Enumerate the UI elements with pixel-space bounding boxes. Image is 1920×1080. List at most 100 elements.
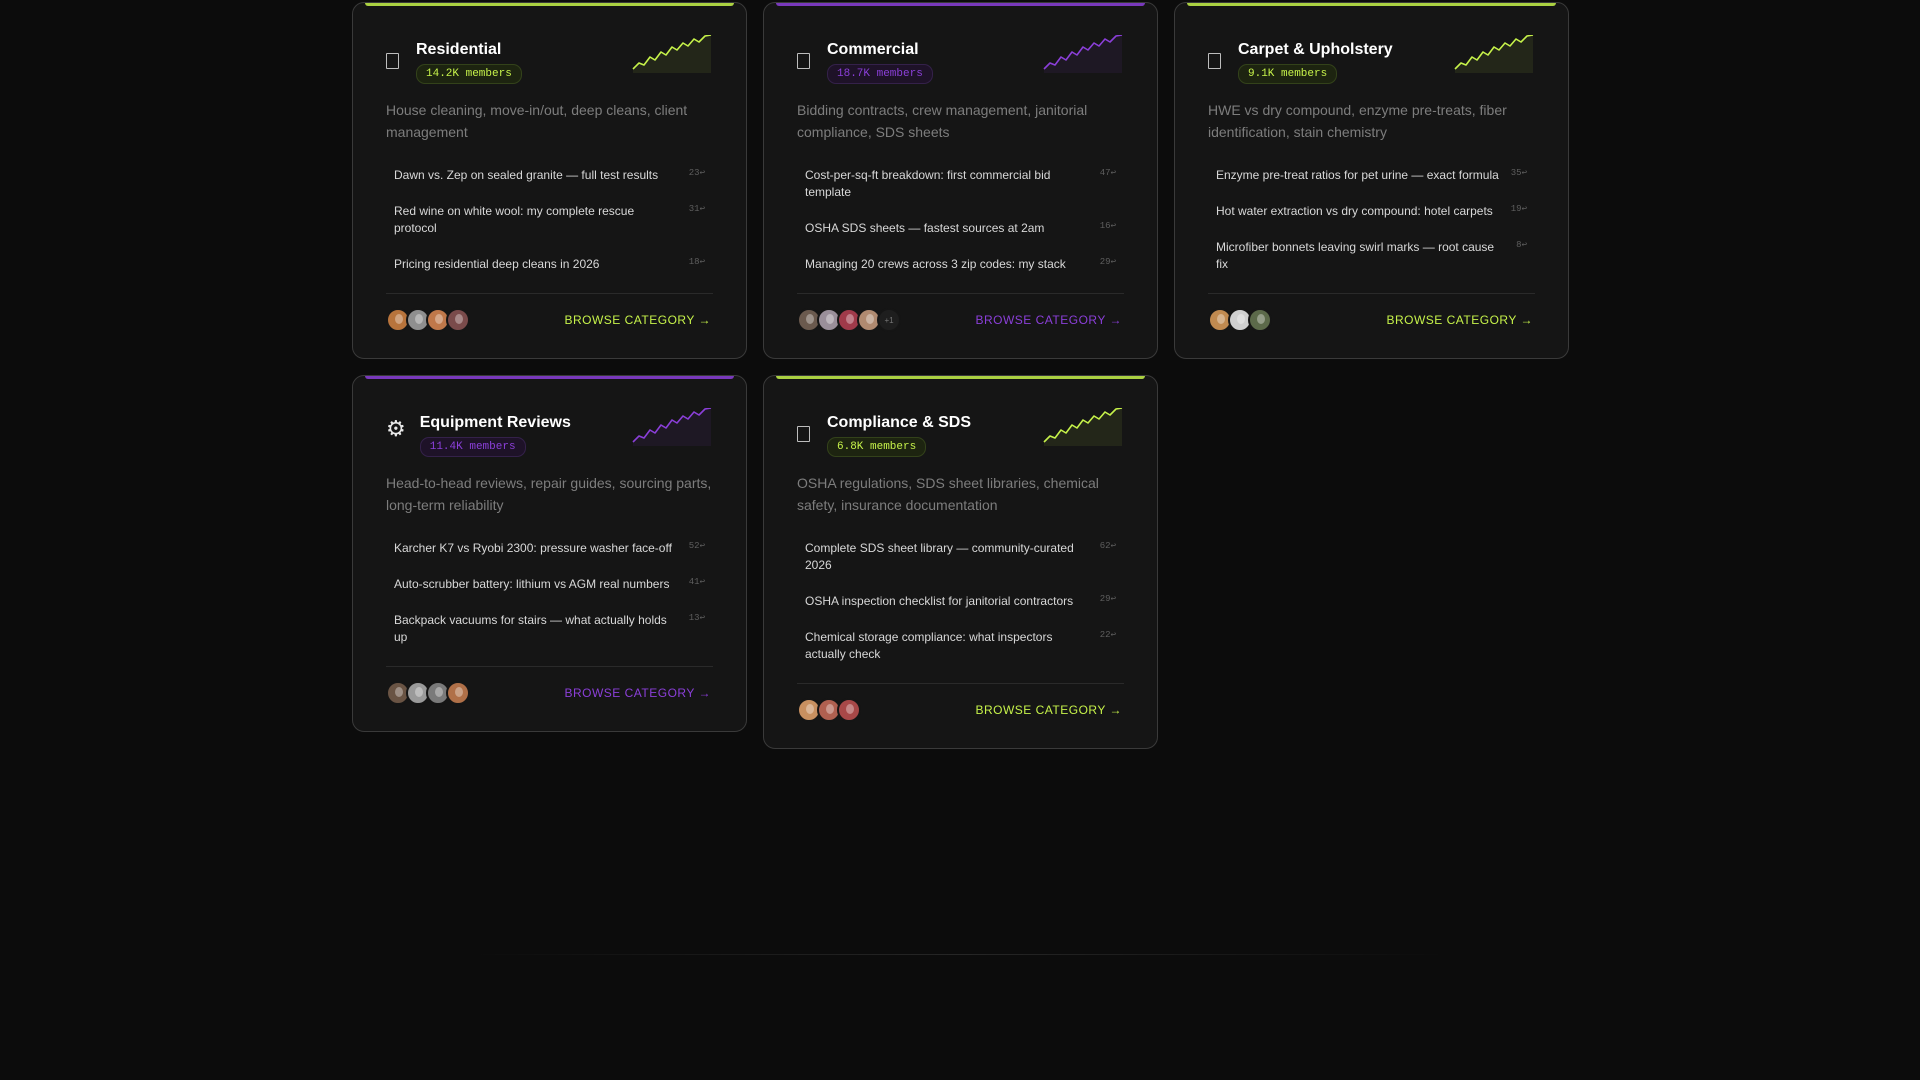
avatar bbox=[837, 698, 861, 722]
card-divider bbox=[797, 293, 1124, 294]
activity-sparkline bbox=[1043, 408, 1123, 446]
thread-title: Hot water extraction vs dry compound: ho… bbox=[1216, 204, 1493, 218]
thread-reply-count: 41↩ bbox=[688, 577, 705, 587]
thread-item[interactable]: Chemical storage compliance: what inspec… bbox=[797, 623, 1124, 669]
thread-reply-count: 13↩ bbox=[688, 613, 705, 623]
thread-reply-count: 29↩ bbox=[1099, 257, 1116, 267]
thread-item[interactable]: Cost-per-sq-ft breakdown: first commerci… bbox=[797, 161, 1124, 207]
document-icon bbox=[797, 53, 810, 69]
thread-title: OSHA SDS sheets — fastest sources at 2am bbox=[805, 221, 1045, 235]
thread-title: Complete SDS sheet library — community-c… bbox=[805, 541, 1074, 572]
thread-title: Microfiber bonnets leaving swirl marks —… bbox=[1216, 240, 1495, 271]
thread-title: Auto-scrubber battery: lithium vs AGM re… bbox=[394, 577, 670, 591]
thread-title: Red wine on white wool: my complete resc… bbox=[394, 204, 635, 235]
thread-item[interactable]: Hot water extraction vs dry compound: ho… bbox=[1208, 197, 1535, 226]
thread-title: Cost-per-sq-ft breakdown: first commerci… bbox=[805, 168, 1051, 199]
card-header: Residential 14.2K members bbox=[386, 35, 713, 84]
gear-icon: ⚙ bbox=[386, 416, 406, 441]
card-divider bbox=[1208, 293, 1535, 294]
thread-item[interactable]: Pricing residential deep cleans in 2026 … bbox=[386, 250, 713, 279]
thread-item[interactable]: OSHA inspection checklist for janitorial… bbox=[797, 587, 1124, 616]
thread-item[interactable]: Karcher K7 vs Ryobi 2300: pressure washe… bbox=[386, 534, 713, 563]
browse-category-link[interactable]: BROWSE CATEGORY → bbox=[564, 686, 713, 700]
thread-reply-count: 62↩ bbox=[1099, 541, 1116, 551]
browse-category-link[interactable]: BROWSE CATEGORY → bbox=[1386, 313, 1535, 327]
category-description: Head-to-head reviews, repair guides, sou… bbox=[386, 475, 712, 513]
thread-title: Dawn vs. Zep on sealed granite — full te… bbox=[394, 168, 659, 182]
thread-item[interactable]: Dawn vs. Zep on sealed granite — full te… bbox=[386, 161, 713, 190]
category-card[interactable]: Carpet & Upholstery 9.1K members HWE vs … bbox=[1174, 2, 1569, 359]
card-divider bbox=[797, 683, 1124, 684]
member-count-badge: 18.7K members bbox=[827, 64, 933, 84]
thread-item[interactable]: Red wine on white wool: my complete resc… bbox=[386, 197, 713, 243]
member-avatars: +1 bbox=[797, 308, 901, 332]
thread-title: Backpack vacuums for stairs — what actua… bbox=[394, 613, 667, 644]
thread-reply-count: 16↩ bbox=[1099, 221, 1116, 231]
card-footer: BROWSE CATEGORY → bbox=[797, 698, 1124, 722]
thread-item[interactable]: OSHA SDS sheets — fastest sources at 2am… bbox=[797, 214, 1124, 243]
thread-reply-count: 18↩ bbox=[688, 257, 705, 267]
thread-item[interactable]: Backpack vacuums for stairs — what actua… bbox=[386, 606, 713, 652]
avatar-overflow-count: +1 bbox=[877, 308, 901, 332]
thread-item[interactable]: Managing 20 crews across 3 zip codes: my… bbox=[797, 250, 1124, 279]
thread-reply-count: 52↩ bbox=[688, 541, 705, 551]
member-count-badge: 11.4K members bbox=[419, 437, 526, 457]
thread-list: Complete SDS sheet library — community-c… bbox=[797, 534, 1124, 669]
thread-reply-count: 8↩ bbox=[1516, 240, 1527, 250]
avatar bbox=[446, 681, 470, 705]
avatar bbox=[1248, 308, 1272, 332]
category-description: Bidding contracts, crew management, jani… bbox=[797, 102, 1088, 140]
member-avatars bbox=[386, 681, 470, 705]
thread-reply-count: 19↩ bbox=[1510, 204, 1527, 214]
thread-item[interactable]: Enzyme pre-treat ratios for pet urine — … bbox=[1208, 161, 1535, 190]
thread-item[interactable]: Microfiber bonnets leaving swirl marks —… bbox=[1208, 233, 1535, 279]
thread-item[interactable]: Complete SDS sheet library — community-c… bbox=[797, 534, 1124, 580]
card-header: ⚙ Equipment Reviews 11.4K members bbox=[386, 408, 713, 457]
browse-category-link[interactable]: BROWSE CATEGORY → bbox=[564, 313, 713, 327]
category-grid: Residential 14.2K members House cleaning… bbox=[352, 2, 1569, 749]
member-count-badge: 6.8K members bbox=[827, 437, 927, 457]
category-description: HWE vs dry compound, enzyme pre-treats, … bbox=[1208, 102, 1507, 140]
card-header: Carpet & Upholstery 9.1K members bbox=[1208, 35, 1535, 84]
card-footer: BROWSE CATEGORY → bbox=[386, 681, 713, 705]
card-footer: BROWSE CATEGORY → bbox=[386, 308, 713, 332]
category-description: House cleaning, move-in/out, deep cleans… bbox=[386, 102, 688, 140]
category-card[interactable]: Residential 14.2K members House cleaning… bbox=[352, 2, 747, 359]
category-card[interactable]: Compliance & SDS 6.8K members OSHA regul… bbox=[763, 375, 1158, 749]
thread-reply-count: 31↩ bbox=[688, 204, 705, 214]
thread-title: Enzyme pre-treat ratios for pet urine — … bbox=[1216, 168, 1499, 182]
thread-reply-count: 35↩ bbox=[1510, 168, 1527, 178]
member-count-badge: 14.2K members bbox=[416, 64, 522, 84]
member-avatars bbox=[1208, 308, 1272, 332]
thread-reply-count: 47↩ bbox=[1099, 168, 1116, 178]
thread-list: Cost-per-sq-ft breakdown: first commerci… bbox=[797, 161, 1124, 279]
thread-title: Karcher K7 vs Ryobi 2300: pressure washe… bbox=[394, 541, 672, 555]
document-icon bbox=[797, 426, 810, 442]
card-divider bbox=[386, 293, 713, 294]
thread-title: Managing 20 crews across 3 zip codes: my… bbox=[805, 257, 1066, 271]
thread-title: Chemical storage compliance: what inspec… bbox=[805, 630, 1053, 661]
avatar bbox=[446, 308, 470, 332]
card-divider bbox=[386, 666, 713, 667]
browse-category-link[interactable]: BROWSE CATEGORY → bbox=[975, 703, 1124, 717]
member-count-badge: 9.1K members bbox=[1238, 64, 1338, 84]
card-footer: BROWSE CATEGORY → bbox=[1208, 308, 1535, 332]
thread-title: Pricing residential deep cleans in 2026 bbox=[394, 257, 600, 271]
activity-sparkline bbox=[1043, 35, 1123, 73]
thread-list: Dawn vs. Zep on sealed granite — full te… bbox=[386, 161, 713, 279]
thread-reply-count: 29↩ bbox=[1099, 594, 1116, 604]
thread-item[interactable]: Auto-scrubber battery: lithium vs AGM re… bbox=[386, 570, 713, 599]
category-card[interactable]: ⚙ Equipment Reviews 11.4K members Head-t… bbox=[352, 375, 747, 732]
thread-reply-count: 22↩ bbox=[1099, 630, 1116, 640]
document-icon bbox=[386, 53, 399, 69]
thread-title: OSHA inspection checklist for janitorial… bbox=[805, 594, 1074, 608]
document-icon bbox=[1208, 53, 1221, 69]
category-card[interactable]: Commercial 18.7K members Bidding contrac… bbox=[763, 2, 1158, 359]
thread-list: Enzyme pre-treat ratios for pet urine — … bbox=[1208, 161, 1535, 279]
card-footer: +1 BROWSE CATEGORY → bbox=[797, 308, 1124, 332]
thread-list: Karcher K7 vs Ryobi 2300: pressure washe… bbox=[386, 534, 713, 652]
activity-sparkline bbox=[632, 408, 712, 446]
footer-divider bbox=[470, 954, 1450, 955]
browse-category-link[interactable]: BROWSE CATEGORY → bbox=[975, 313, 1124, 327]
member-avatars bbox=[386, 308, 470, 332]
